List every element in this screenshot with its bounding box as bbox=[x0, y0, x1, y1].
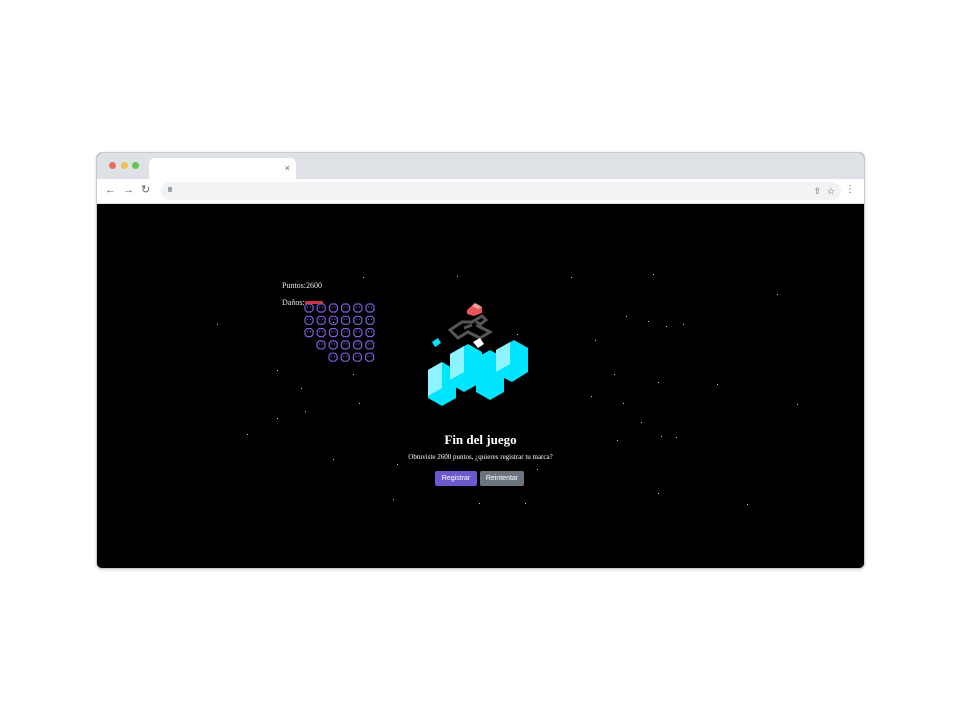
game-canvas[interactable]: Puntos:2600 Daños: Fin del juego Obtuvis… bbox=[97, 204, 864, 568]
invader-sprite bbox=[365, 315, 375, 325]
invader-sprite bbox=[328, 340, 338, 350]
invader-sprite bbox=[352, 352, 362, 362]
bookmark-star-icon[interactable]: ☆ bbox=[827, 185, 835, 197]
invader-sprite bbox=[328, 352, 338, 362]
browser-window: × ← → ↻ ⇧ ☆ ⋮ Puntos:2600 Daños: Fin del… bbox=[96, 152, 865, 569]
invader-sprite bbox=[340, 340, 350, 350]
maximize-window-dot[interactable] bbox=[132, 162, 139, 169]
tab-strip: × bbox=[97, 153, 864, 179]
invader-sprite bbox=[316, 303, 326, 313]
game-over-title: Fin del juego bbox=[444, 432, 517, 447]
invader-sprite bbox=[365, 340, 375, 350]
invader-sprite bbox=[353, 315, 363, 325]
invader-sprite bbox=[340, 352, 350, 362]
tab-close-icon[interactable]: × bbox=[285, 162, 290, 174]
logo-cyan-dot bbox=[432, 338, 441, 347]
reload-icon[interactable]: ↻ bbox=[141, 184, 150, 197]
share-icon[interactable]: ⇧ bbox=[813, 185, 821, 197]
invader-sprite bbox=[304, 303, 314, 313]
invader-sprite bbox=[353, 340, 363, 350]
invader-sprite bbox=[316, 327, 326, 338]
active-tab[interactable]: × bbox=[149, 158, 296, 179]
restart-button[interactable]: Reintentar bbox=[480, 471, 524, 486]
browser-toolbar: ← → ↻ ⇧ ☆ ⋮ bbox=[97, 179, 864, 204]
close-window-dot[interactable] bbox=[109, 162, 116, 169]
logo-white-cube bbox=[473, 338, 484, 348]
invader-sprite bbox=[341, 327, 351, 338]
invader-sprite bbox=[304, 315, 314, 325]
invader-sprite bbox=[341, 303, 351, 313]
forward-arrow-icon[interactable]: → bbox=[123, 184, 134, 197]
invader-sprite bbox=[328, 327, 338, 338]
game-over-message: Obtuviste 2600 puntos, ¿quieres registra… bbox=[408, 453, 553, 461]
logo-cyan-blocks bbox=[428, 340, 528, 406]
invader-sprite bbox=[365, 303, 375, 313]
invader-sprite bbox=[353, 303, 363, 313]
invader-sprite bbox=[365, 352, 375, 362]
invader-sprite bbox=[328, 315, 338, 325]
lock-icon bbox=[168, 187, 172, 192]
invader-sprite bbox=[341, 315, 351, 325]
back-arrow-icon[interactable]: ← bbox=[105, 184, 116, 197]
invader-sprite bbox=[365, 327, 375, 338]
kebab-menu-icon[interactable]: ⋮ bbox=[845, 184, 855, 196]
game-logo-icon bbox=[428, 303, 528, 406]
invader-sprite bbox=[316, 340, 326, 350]
invader-sprite bbox=[304, 327, 314, 338]
address-bar[interactable]: ⇧ ☆ bbox=[161, 182, 841, 200]
invader-sprite bbox=[353, 327, 363, 338]
invader-sprite bbox=[316, 315, 326, 325]
logo-gray-maze bbox=[447, 314, 494, 340]
invader-sprite bbox=[328, 303, 338, 313]
register-button[interactable]: Registrar bbox=[435, 471, 477, 486]
minimize-window-dot[interactable] bbox=[121, 162, 128, 169]
